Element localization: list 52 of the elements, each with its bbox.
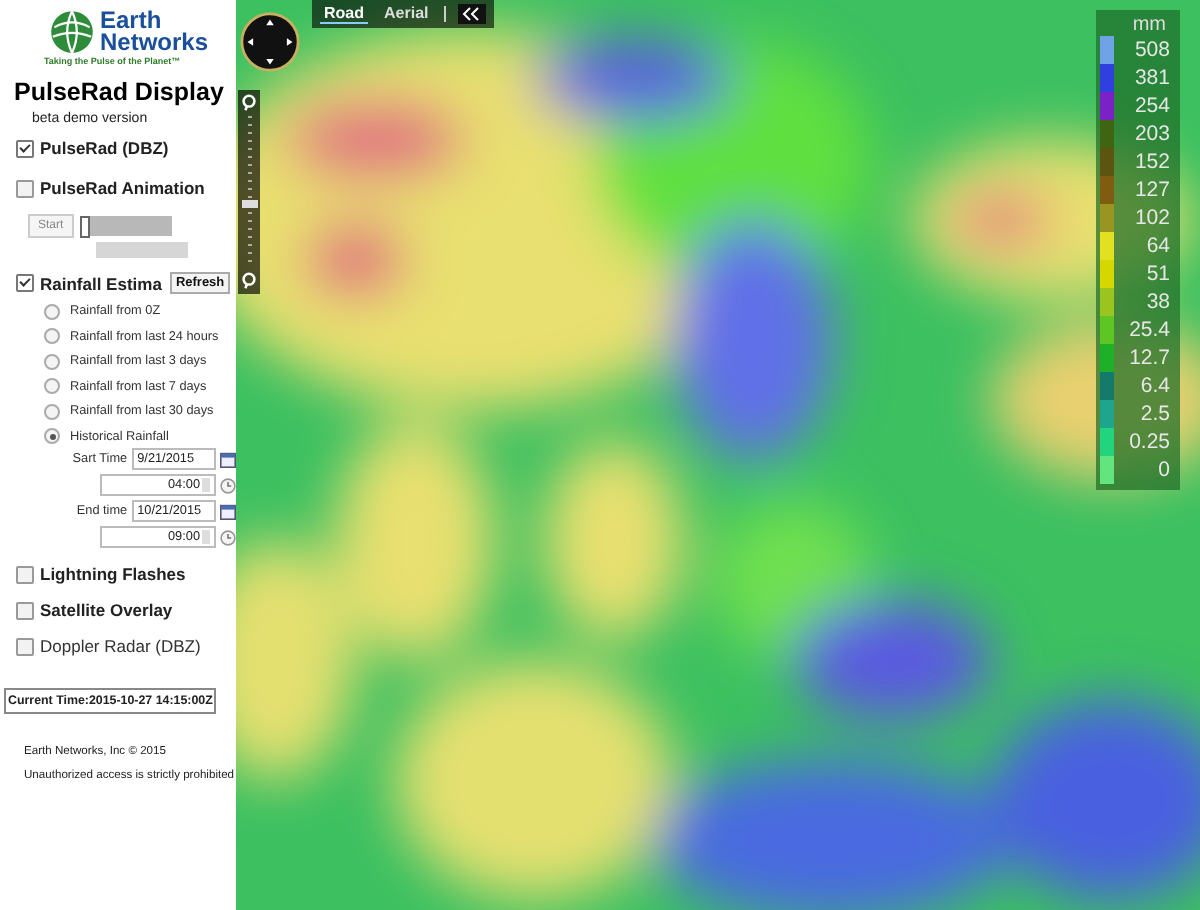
zoom-out-icon[interactable] xyxy=(240,272,258,290)
zoom-thumb[interactable] xyxy=(241,199,257,208)
legend-value: 127 xyxy=(1132,176,1172,204)
zoom-slider[interactable] xyxy=(238,90,260,294)
checkbox-label: Rainfall Estima xyxy=(40,273,162,293)
panel-title: PulseRad Display xyxy=(14,78,224,106)
clock-icon[interactable] xyxy=(220,477,236,493)
legend-value: 25.4 xyxy=(1127,316,1172,344)
checkbox-label: PulseRad Animation xyxy=(40,178,205,198)
globe-icon xyxy=(48,8,96,56)
checkbox[interactable] xyxy=(16,274,34,292)
legend-value: 6.4 xyxy=(1138,372,1172,400)
legend-unit: mm xyxy=(1130,14,1168,36)
checkbox-label: PulseRad (DBZ) xyxy=(40,138,169,158)
radio-button[interactable] xyxy=(44,353,60,369)
slider-readout xyxy=(96,242,188,258)
clock-icon[interactable] xyxy=(220,529,236,545)
legend-value: 38 xyxy=(1144,288,1172,316)
legend-value: 0.25 xyxy=(1127,428,1172,456)
legend-value: 254 xyxy=(1132,92,1172,120)
checkbox[interactable] xyxy=(16,565,34,583)
legend-value: 51 xyxy=(1144,260,1172,288)
compass-icon[interactable] xyxy=(240,12,300,72)
legend-value: 508 xyxy=(1132,36,1172,64)
radio-button[interactable] xyxy=(44,428,60,444)
checkbox[interactable] xyxy=(16,139,34,157)
checkbox-label: Satellite Overlay xyxy=(40,600,173,620)
calendar-icon[interactable] xyxy=(220,451,236,467)
radio-button[interactable] xyxy=(44,328,60,344)
slider-thumb[interactable] xyxy=(79,216,90,238)
legend-value: 102 xyxy=(1132,204,1172,232)
legend-value: 2.5 xyxy=(1138,400,1172,428)
legend-value: 64 xyxy=(1144,232,1172,260)
radio-button[interactable] xyxy=(44,403,60,419)
legend-value: 203 xyxy=(1132,120,1172,148)
checkbox-label: Doppler Radar (DBZ) xyxy=(40,636,201,656)
legend-value: 152 xyxy=(1132,148,1172,176)
legend-value: 381 xyxy=(1132,64,1172,92)
checkbox[interactable] xyxy=(16,637,34,655)
legend-value: 12.7 xyxy=(1127,344,1172,372)
radio-button[interactable] xyxy=(44,378,60,394)
earth-networks-logo: Earth Networks xyxy=(48,8,209,56)
checkbox-label: Lightning Flashes xyxy=(40,564,186,584)
checkbox[interactable] xyxy=(16,179,34,197)
map-style-tab[interactable]: Road xyxy=(320,4,368,24)
legend-value: 0 xyxy=(1156,456,1172,484)
checkbox[interactable] xyxy=(16,601,34,619)
calendar-icon[interactable] xyxy=(220,503,236,519)
collapse-icon[interactable] xyxy=(458,4,487,24)
map-style-tab[interactable]: Aerial xyxy=(380,4,433,24)
radio-button[interactable] xyxy=(44,303,60,319)
zoom-in-icon[interactable] xyxy=(240,94,258,112)
